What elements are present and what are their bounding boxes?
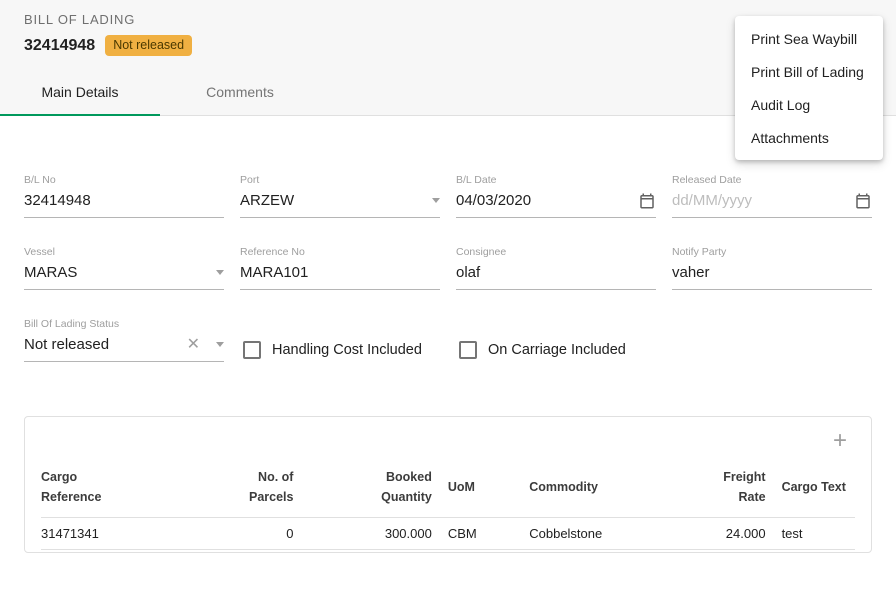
port-select[interactable]: ARZEW xyxy=(240,191,440,218)
actions-menu: Print Sea Waybill Print Bill of Lading A… xyxy=(735,16,883,160)
menu-item-print-bill-of-lading[interactable]: Print Bill of Lading xyxy=(735,55,883,88)
bl-status-select[interactable]: Not released ✕ xyxy=(24,335,224,362)
add-cargo-button[interactable]: + xyxy=(829,425,851,457)
bl-number: 32414948 xyxy=(24,37,95,55)
col-header-freight-rate: Freight Rate xyxy=(676,461,774,518)
released-date-input[interactable] xyxy=(672,192,848,209)
col-header-cargo-reference: Cargo Reference xyxy=(41,461,220,518)
col-header-booked-quantity: Booked Quantity xyxy=(301,461,439,518)
bl-date-label: B/L Date xyxy=(456,174,656,186)
menu-item-print-sea-waybill[interactable]: Print Sea Waybill xyxy=(735,22,883,55)
field-port: Port ARZEW xyxy=(240,174,440,218)
field-reference-no: Reference No xyxy=(240,246,440,290)
col-header-cargo-text: Cargo Text xyxy=(774,461,855,518)
on-carriage-checkbox[interactable]: On Carriage Included xyxy=(456,338,656,362)
calendar-icon[interactable] xyxy=(854,192,872,210)
cell-booked-quantity: 300.000 xyxy=(301,518,439,550)
cell-cargo-text: test xyxy=(774,518,855,550)
port-value: ARZEW xyxy=(240,192,426,209)
col-header-uom: UoM xyxy=(440,461,521,518)
chevron-down-icon xyxy=(216,342,224,347)
col-header-commodity: Commodity xyxy=(521,461,676,518)
cell-cargo-reference: 31471341 xyxy=(41,518,220,550)
checkbox[interactable] xyxy=(459,341,477,359)
consignee-label: Consignee xyxy=(456,246,656,258)
table-row[interactable]: 31471341 0 300.000 CBM Cobbelstone 24.00… xyxy=(41,518,855,550)
on-carriage-label: On Carriage Included xyxy=(488,342,626,358)
chevron-down-icon xyxy=(432,198,440,203)
menu-item-attachments[interactable]: Attachments xyxy=(735,121,883,154)
vessel-select[interactable]: MARAS xyxy=(24,263,224,290)
bl-status-label: Bill Of Lading Status xyxy=(24,318,224,330)
vessel-label: Vessel xyxy=(24,246,224,258)
field-released-date: Released Date xyxy=(672,174,872,218)
cell-uom: CBM xyxy=(440,518,521,550)
field-vessel: Vessel MARAS xyxy=(24,246,224,290)
form-row-3: Bill Of Lading Status Not released ✕ Han… xyxy=(24,318,872,362)
notify-party-input[interactable] xyxy=(672,264,872,281)
cargo-card: + Cargo Reference No. of Parcels Booked … xyxy=(24,416,872,553)
handling-cost-label: Handling Cost Included xyxy=(272,342,422,358)
menu-item-audit-log[interactable]: Audit Log xyxy=(735,88,883,121)
bl-status-value: Not released xyxy=(24,336,187,353)
tab-comments[interactable]: Comments xyxy=(160,70,320,115)
field-bl-no: B/L No xyxy=(24,174,224,218)
reference-no-input[interactable] xyxy=(240,264,440,281)
consignee-input[interactable] xyxy=(456,264,656,281)
field-consignee: Consignee xyxy=(456,246,656,290)
field-bl-date: B/L Date xyxy=(456,174,656,218)
field-bl-status: Bill Of Lading Status Not released ✕ xyxy=(24,318,224,362)
clear-icon[interactable]: ✕ xyxy=(187,337,200,353)
form-row-1: B/L No Port ARZEW B/L Date Released Date xyxy=(24,174,872,218)
field-notify-party: Notify Party xyxy=(672,246,872,290)
status-badge: Not released xyxy=(105,35,192,56)
tab-main-details[interactable]: Main Details xyxy=(0,70,160,115)
port-label: Port xyxy=(240,174,440,186)
calendar-icon[interactable] xyxy=(638,192,656,210)
released-date-label: Released Date xyxy=(672,174,872,186)
bl-date-input[interactable] xyxy=(456,192,632,209)
cargo-table: Cargo Reference No. of Parcels Booked Qu… xyxy=(41,461,855,550)
chevron-down-icon xyxy=(216,270,224,275)
bl-no-label: B/L No xyxy=(24,174,224,186)
cell-freight-rate: 24.000 xyxy=(676,518,774,550)
vessel-value: MARAS xyxy=(24,264,210,281)
col-header-no-of-parcels: No. of Parcels xyxy=(220,461,301,518)
reference-no-label: Reference No xyxy=(240,246,440,258)
form-row-2: Vessel MARAS Reference No Consignee Noti… xyxy=(24,246,872,290)
cell-commodity: Cobbelstone xyxy=(521,518,676,550)
handling-cost-checkbox[interactable]: Handling Cost Included xyxy=(240,338,440,362)
checkbox[interactable] xyxy=(243,341,261,359)
cell-no-of-parcels: 0 xyxy=(220,518,301,550)
notify-party-label: Notify Party xyxy=(672,246,872,258)
bl-no-input[interactable] xyxy=(24,192,224,209)
